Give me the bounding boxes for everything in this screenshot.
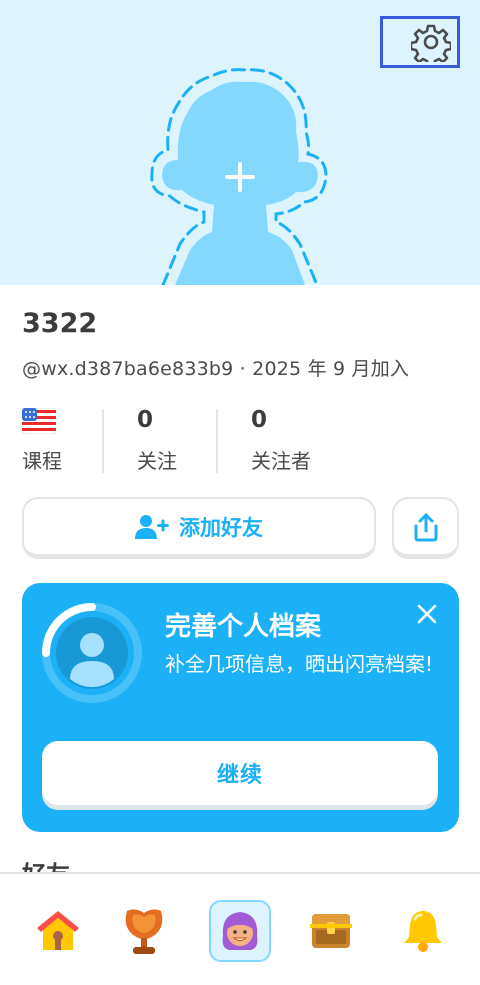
share-button[interactable] xyxy=(392,497,459,559)
profile-header xyxy=(0,0,480,285)
profile-username: 3322 xyxy=(22,308,98,339)
stat-followers-value: 0 xyxy=(251,407,268,433)
stat-followers-label: 关注者 xyxy=(251,449,311,473)
gear-icon xyxy=(411,24,451,62)
profile-stats: 课程 0 关注 0 关注者 xyxy=(21,405,462,473)
stat-followers[interactable]: 0 关注者 xyxy=(251,405,311,473)
stat-divider xyxy=(102,409,104,473)
card-description: 补全几项信息，晒出闪亮档案! xyxy=(165,652,434,676)
profile-progress-ring xyxy=(42,603,142,703)
stat-following[interactable]: 0 关注 xyxy=(137,405,177,473)
nav-home[interactable] xyxy=(27,900,89,962)
stat-divider xyxy=(216,409,218,473)
settings-button[interactable] xyxy=(380,16,460,68)
bottom-navigation xyxy=(0,872,480,985)
leagues-trophy-icon xyxy=(125,909,163,954)
complete-profile-card: 完善个人档案 补全几项信息，晒出闪亮档案! 继续 xyxy=(22,583,459,832)
share-icon xyxy=(414,513,437,541)
continue-label: 继续 xyxy=(216,763,263,788)
nav-leagues[interactable] xyxy=(113,900,175,962)
home-icon xyxy=(37,911,79,950)
continue-button[interactable]: 继续 xyxy=(42,741,438,805)
add-user-icon xyxy=(135,514,169,539)
stat-following-label: 关注 xyxy=(137,449,177,473)
profile-handle-joined: @wx.d387ba6e833b9 · 2025 年 9 月加入 xyxy=(22,358,410,380)
nav-notifications[interactable] xyxy=(392,900,454,962)
us-flag-icon xyxy=(21,407,57,435)
card-title: 完善个人档案 xyxy=(165,612,322,642)
nav-shop[interactable] xyxy=(300,900,362,962)
nav-profile[interactable] xyxy=(209,900,271,962)
stat-following-value: 0 xyxy=(137,407,154,433)
add-friend-button[interactable]: 添加好友 xyxy=(22,497,376,559)
profile-avatar-icon xyxy=(222,912,258,950)
stat-courses[interactable]: 课程 xyxy=(21,405,62,473)
add-friend-label: 添加好友 xyxy=(179,515,263,540)
treasure-chest-icon xyxy=(310,914,352,948)
bell-icon xyxy=(404,911,442,952)
stat-courses-label: 课程 xyxy=(22,449,62,473)
stat-courses-icon-wrap xyxy=(21,405,62,435)
close-icon[interactable] xyxy=(414,601,440,627)
